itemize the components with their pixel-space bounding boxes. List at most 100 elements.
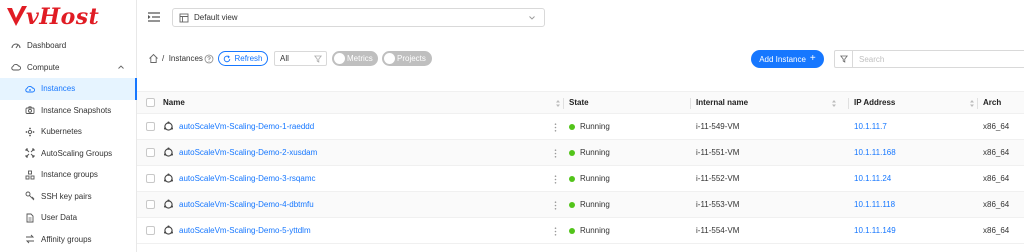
sidebar-item-instances[interactable]: Instances [0, 78, 137, 100]
instance-name-link[interactable]: autoScaleVm-Scaling-Demo-4-dbtmfu [179, 200, 314, 209]
reload-icon [224, 54, 231, 62]
ip-address-link[interactable]: 10.1.11.118 [854, 192, 895, 217]
breadcrumb: / Instances [162, 54, 203, 63]
internal-name-cell: i-11-549-VM [696, 122, 740, 131]
state-text: Running [580, 200, 610, 209]
sidebar-item-user-data[interactable]: User Data [0, 207, 137, 229]
cloud-server-icon [24, 83, 36, 95]
table-row[interactable]: autoScaleVm-Scaling-Demo-5-yttdlm Runnin… [137, 218, 1024, 244]
state-cell: Running [569, 192, 610, 217]
table-row[interactable]: autoScaleVm-Scaling-Demo-1-raeddd Runnin… [137, 114, 1024, 140]
metrics-toggle[interactable]: Metrics [332, 51, 378, 66]
sidebar-item-label: AutoScaling Groups [41, 148, 113, 158]
sort-icon[interactable] [831, 99, 837, 108]
arch-cell: x86_64 [983, 226, 1010, 235]
instance-name-link[interactable]: autoScaleVm-Scaling-Demo-2-xusdam [179, 148, 317, 157]
state-text: Running [580, 226, 610, 235]
breadcrumb-current[interactable]: Instances [169, 54, 203, 63]
sidebar-item-dashboard[interactable]: Dashboard [0, 35, 137, 57]
arch-cell: x86_64 [983, 122, 1010, 131]
menu-fold-icon[interactable] [147, 11, 161, 23]
add-instance-button[interactable]: Add Instance + [751, 50, 824, 68]
arch-cell: x86_64 [983, 174, 1010, 183]
row-checkbox[interactable] [146, 200, 155, 209]
column-header-ip-address[interactable]: IP Address [854, 92, 895, 113]
row-checkbox[interactable] [146, 174, 155, 183]
state-text: Running [580, 122, 610, 131]
instance-name-link[interactable]: autoScaleVm-Scaling-Demo-1-raeddd [179, 122, 314, 131]
column-divider [690, 98, 691, 109]
state-text: Running [580, 148, 610, 157]
name-cell: autoScaleVm-Scaling-Demo-5-yttdlm [163, 218, 311, 243]
sidebar-item-instance-groups[interactable]: Instance groups [0, 164, 137, 186]
expand-arrows-icon [24, 147, 36, 159]
name-cell: autoScaleVm-Scaling-Demo-4-dbtmfu [163, 192, 314, 217]
instance-name-link[interactable]: autoScaleVm-Scaling-Demo-3-rsqamc [179, 174, 316, 183]
internal-name-cell: i-11-553-VM [696, 200, 740, 209]
vhost-logo[interactable]: vHost [6, 4, 116, 30]
metrics-label: Metrics [347, 54, 373, 63]
name-cell: autoScaleVm-Scaling-Demo-2-xusdam [163, 140, 317, 165]
sidebar-item-label: User Data [41, 213, 78, 223]
view-selector[interactable]: Default view [172, 8, 545, 27]
home-icon[interactable] [148, 53, 159, 64]
column-header-state[interactable]: State [569, 92, 589, 113]
sidebar-item-compute[interactable]: Compute [0, 57, 137, 79]
search-filter-button[interactable] [835, 51, 853, 67]
filter-value: All [280, 54, 289, 63]
running-status-dot [569, 227, 575, 234]
projects-toggle[interactable]: Projects [382, 51, 432, 66]
more-actions-icon[interactable] [554, 175, 557, 184]
more-actions-icon[interactable] [554, 201, 557, 210]
row-checkbox[interactable] [146, 122, 155, 131]
logo-mark-icon [7, 6, 27, 26]
row-checkbox[interactable] [146, 226, 155, 235]
column-divider [977, 98, 978, 109]
arch-cell: x86_64 [983, 200, 1010, 209]
column-header-internal-name[interactable]: Internal name [696, 92, 748, 113]
sidebar-item-instance-snapshots[interactable]: Instance Snapshots [0, 100, 137, 122]
ip-address-link[interactable]: 10.1.11.149 [854, 218, 896, 243]
refresh-button[interactable]: Refresh [218, 51, 268, 66]
table-row[interactable]: autoScaleVm-Scaling-Demo-3-rsqamc Runnin… [137, 166, 1024, 192]
instance-name-link[interactable]: autoScaleVm-Scaling-Demo-5-yttdlm [179, 226, 311, 235]
ip-address-link[interactable]: 10.1.11.24 [854, 166, 891, 191]
running-status-dot [569, 175, 575, 182]
sidebar-item-autoscaling-groups[interactable]: AutoScaling Groups [0, 143, 137, 165]
brand-name: vHost [26, 4, 100, 30]
table-row[interactable]: autoScaleVm-Scaling-Demo-4-dbtmfu Runnin… [137, 192, 1024, 218]
ip-address-link[interactable]: 10.1.11.168 [854, 140, 896, 165]
running-status-dot [569, 201, 575, 208]
question-circle-icon[interactable] [204, 54, 214, 64]
more-actions-icon[interactable] [554, 149, 557, 158]
filter-icon [314, 55, 322, 63]
group-icon [24, 169, 36, 181]
top-bar: Default view [137, 0, 1024, 36]
state-cell: Running [569, 218, 610, 243]
camera-icon [24, 104, 36, 116]
more-actions-icon[interactable] [554, 123, 557, 132]
sort-icon[interactable] [969, 99, 975, 108]
dashboard-icon [10, 40, 22, 52]
state-cell: Running [569, 166, 610, 191]
sidebar-item-label: Instance Snapshots [41, 105, 112, 115]
select-all-checkbox[interactable] [146, 98, 155, 107]
search-input[interactable] [859, 53, 1019, 65]
sidebar-item-label: Compute [27, 62, 60, 72]
sidebar-item-ssh-key-pairs[interactable]: SSH key pairs [0, 186, 137, 208]
sidebar-item-affinity-groups[interactable]: Affinity groups [0, 229, 137, 251]
column-header-arch[interactable]: Arch [983, 92, 1001, 113]
column-header-name[interactable]: Name [163, 92, 185, 113]
ubuntu-icon [164, 147, 173, 157]
more-actions-icon[interactable] [554, 227, 557, 236]
sidebar-nav: Dashboard Compute Instances Instance Sna… [0, 35, 137, 250]
view-selector-value: Default view [194, 13, 238, 22]
table-row[interactable]: autoScaleVm-Scaling-Demo-2-xusdam Runnin… [137, 140, 1024, 166]
ip-address-link[interactable]: 10.1.11.7 [854, 114, 887, 139]
row-checkbox[interactable] [146, 148, 155, 157]
document-icon [24, 212, 36, 224]
sort-icon[interactable] [555, 99, 561, 108]
filter-select[interactable]: All [274, 51, 327, 66]
sidebar-item-kubernetes[interactable]: Kubernetes [0, 121, 137, 143]
internal-name-cell: i-11-554-VM [696, 226, 740, 235]
